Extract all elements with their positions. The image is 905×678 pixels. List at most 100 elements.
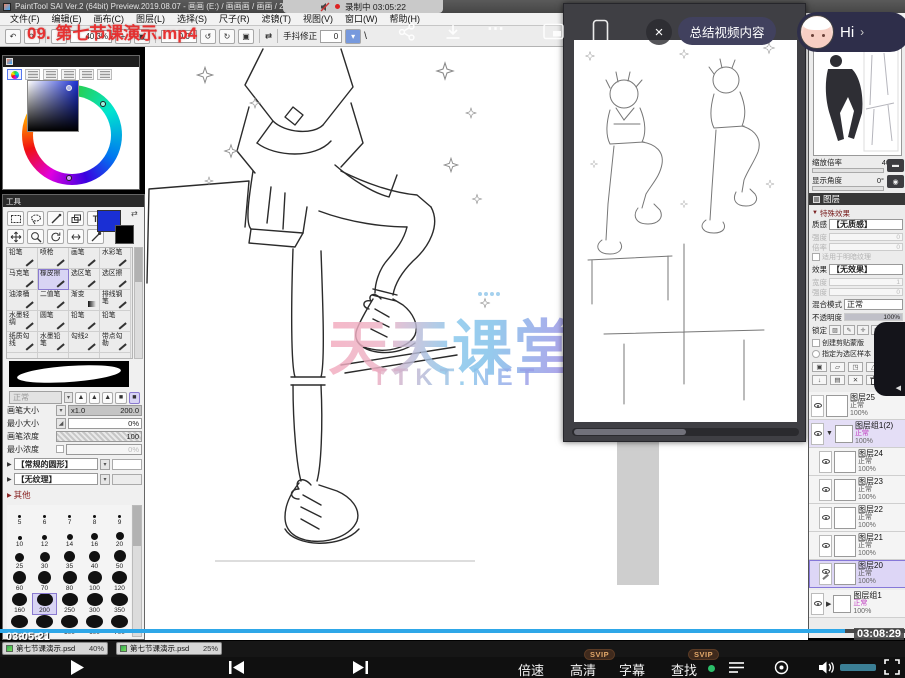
size-preset[interactable]: 250 bbox=[57, 593, 82, 615]
navigator-reset-angle-button[interactable]: ◉ bbox=[887, 175, 904, 188]
layer-visibility-toggle[interactable] bbox=[811, 593, 824, 615]
selection-source-radio[interactable] bbox=[812, 350, 820, 358]
green-dot-icon[interactable] bbox=[708, 665, 715, 672]
layer-visibility-toggle[interactable] bbox=[811, 423, 824, 445]
layer-opacity-slider[interactable]: 100% bbox=[844, 313, 903, 321]
size-preset[interactable]: 350 bbox=[107, 593, 132, 615]
document-tab[interactable]: 第七节课演示.psd 25% bbox=[116, 642, 222, 655]
layer-row[interactable]: 图层25正常100% bbox=[809, 392, 905, 420]
tool-panel-titlebar[interactable]: 工具 bbox=[3, 195, 144, 207]
brush-item[interactable]: 水墨轻绸 bbox=[7, 311, 38, 332]
size-preset[interactable]: 120 bbox=[107, 571, 132, 593]
quality-button[interactable]: 高清 bbox=[570, 660, 596, 678]
other-settings-row[interactable]: ▶ 其他 bbox=[7, 489, 142, 501]
size-preset[interactable]: 70 bbox=[32, 571, 57, 593]
size-preset[interactable]: 80 bbox=[57, 571, 82, 593]
fullscreen-icon[interactable] bbox=[884, 659, 900, 678]
subtitle-button[interactable]: 字幕 bbox=[619, 660, 645, 678]
transfer-down-icon[interactable]: ↓ bbox=[812, 375, 827, 385]
download-icon[interactable] bbox=[444, 23, 462, 46]
search-button[interactable]: 查找 bbox=[671, 660, 697, 678]
size-preset[interactable]: 14 bbox=[57, 527, 82, 549]
brush-item[interactable]: 纸质勾线 bbox=[7, 332, 38, 353]
shape-expand-icon[interactable]: ▶ bbox=[7, 461, 12, 468]
rect-select-tool-icon[interactable] bbox=[7, 211, 24, 226]
brush-tip-square-1-icon[interactable]: ■ bbox=[115, 392, 126, 404]
brush-item[interactable]: 排线钢笔 bbox=[100, 290, 131, 311]
lock-position-icon[interactable]: ✛ bbox=[857, 325, 869, 335]
rotate-view-tool-icon[interactable] bbox=[47, 229, 64, 244]
clear-layer-icon[interactable]: ✕ bbox=[848, 375, 863, 385]
volume-icon[interactable] bbox=[818, 660, 835, 678]
apply-shade-checkbox[interactable] bbox=[812, 253, 820, 261]
density-slider[interactable]: 100 bbox=[56, 431, 142, 442]
brush-item-clipped[interactable]: ▁▁ bbox=[100, 353, 131, 359]
brush-item[interactable]: 画笔 bbox=[69, 248, 100, 269]
new-layer-icon[interactable]: ▣ bbox=[812, 362, 827, 372]
brush-item[interactable]: 带点勾勒 bbox=[100, 332, 131, 353]
brush-texture-dropdown[interactable]: 【无纹理】 bbox=[14, 473, 98, 485]
reference-viewer-panel[interactable] bbox=[563, 3, 806, 442]
size-preset[interactable]: 10 bbox=[7, 527, 32, 549]
share-icon[interactable] bbox=[398, 23, 416, 46]
navigator-angle-slider[interactable] bbox=[812, 186, 884, 191]
size-preset-selected[interactable]: 200 bbox=[32, 593, 57, 615]
brush-item-clipped[interactable]: ▁▁ bbox=[38, 353, 69, 359]
brush-tip-square-2-icon[interactable]: ■ bbox=[129, 392, 140, 404]
layer-visibility-toggle[interactable] bbox=[819, 535, 832, 557]
playlist-icon[interactable] bbox=[728, 660, 745, 678]
size-preset[interactable]: 30 bbox=[32, 549, 57, 571]
size-preset[interactable]: 16 bbox=[82, 527, 107, 549]
reference-hscrollbar-thumb[interactable] bbox=[574, 429, 686, 435]
size-preset[interactable]: 50 bbox=[107, 549, 132, 571]
brush-mode-dropdown-icon[interactable]: ▾ bbox=[64, 392, 73, 403]
layer-group-row[interactable]: ▶ 图层组1正常100% bbox=[809, 590, 905, 618]
new-folder-icon[interactable]: ▱ bbox=[830, 362, 845, 372]
layer-row[interactable]: 图层22正常100% bbox=[809, 504, 905, 532]
brush-shape-dropdown-icon[interactable]: ▾ bbox=[100, 459, 110, 470]
min-size-icon[interactable]: ◢ bbox=[56, 418, 66, 429]
layer-row[interactable]: 图层24正常100% bbox=[809, 448, 905, 476]
swatches-tab-icon[interactable] bbox=[79, 69, 94, 80]
brush-item[interactable]: 二值笔 bbox=[38, 290, 69, 311]
brush-mode-dropdown[interactable]: 正常 bbox=[9, 391, 62, 404]
layer-thumbnail[interactable] bbox=[834, 507, 856, 529]
pip-icon[interactable] bbox=[543, 23, 564, 45]
brush-texture-dropdown-icon[interactable]: ▾ bbox=[100, 474, 110, 485]
play-button[interactable] bbox=[68, 658, 86, 678]
rgb-slider-tab-icon[interactable] bbox=[25, 69, 40, 80]
lock-opacity-icon[interactable]: ▨ bbox=[829, 325, 841, 335]
layer-thumbnail[interactable] bbox=[834, 451, 856, 473]
menu-window[interactable]: 窗口(W) bbox=[339, 13, 384, 25]
stabilizer-dropdown-icon[interactable]: ▾ bbox=[345, 29, 361, 44]
brush-item[interactable]: 铅笔 bbox=[7, 248, 38, 269]
size-preset[interactable]: 600 bbox=[82, 615, 107, 637]
undo-button[interactable]: ↶ bbox=[5, 29, 21, 44]
layer-row[interactable]: 图层21正常100% bbox=[809, 532, 905, 560]
brush-item-clipped[interactable]: ▁▁ bbox=[69, 353, 100, 359]
document-tab[interactable]: 第七节课演示.psd 40% bbox=[2, 642, 108, 655]
color-panel-titlebar[interactable] bbox=[3, 56, 139, 67]
size-grid-scrollbar[interactable] bbox=[132, 505, 142, 637]
brush-item[interactable]: 喷枪 bbox=[38, 248, 69, 269]
device-panel-icon[interactable] bbox=[592, 19, 609, 50]
reference-hscrollbar[interactable] bbox=[572, 428, 799, 436]
layer-effect-dropdown[interactable]: 【无效果】 bbox=[829, 264, 903, 275]
brush-texture-slider[interactable] bbox=[112, 474, 142, 485]
flip-view-tool-icon[interactable] bbox=[67, 229, 84, 244]
color-mixer-tab-icon[interactable] bbox=[61, 69, 76, 80]
brush-item[interactable]: 选区擦 bbox=[100, 269, 131, 290]
scratchpad-tab-icon[interactable] bbox=[97, 69, 112, 80]
min-density-slider[interactable]: 0% bbox=[66, 444, 142, 455]
brush-item[interactable]: 铅笔 bbox=[100, 311, 131, 332]
brush-size-unit-icon[interactable]: ▾ bbox=[56, 405, 66, 416]
layer-visibility-toggle[interactable] bbox=[819, 479, 832, 501]
folder-collapsed-icon[interactable]: ▶ bbox=[826, 600, 831, 608]
size-preset[interactable]: 25 bbox=[7, 549, 32, 571]
layer-texture-dropdown[interactable]: 【无质感】 bbox=[829, 219, 903, 230]
min-size-slider[interactable]: 0% bbox=[68, 418, 142, 429]
stabilizer-value[interactable]: 0 bbox=[320, 30, 342, 43]
navigator-reset-zoom-button[interactable]: ▬ bbox=[887, 159, 904, 172]
layer-thumbnail[interactable] bbox=[834, 479, 856, 501]
playback-speed-button[interactable]: 倍速 bbox=[518, 660, 544, 678]
